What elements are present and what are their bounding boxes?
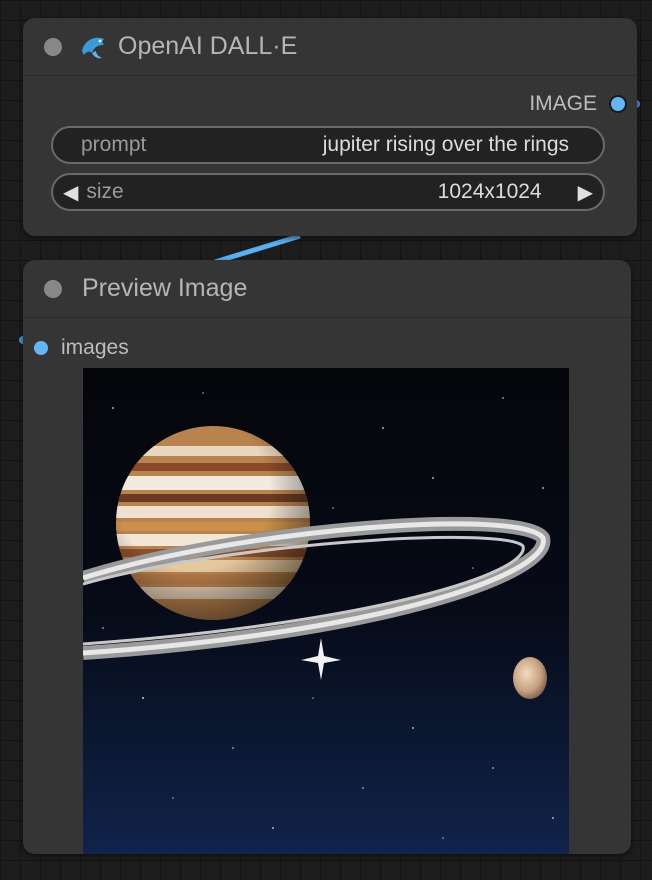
node-title: Preview Image — [82, 274, 248, 302]
dolphin-icon — [82, 37, 104, 58]
node-header[interactable]: OpenAI DALL·E — [23, 18, 637, 76]
images-input-slot[interactable]: images — [34, 336, 129, 360]
size-combo[interactable]: ◀ size 1024x1024 ▶ — [51, 173, 605, 211]
prompt-value[interactable]: jupiter rising over the rings — [323, 133, 569, 157]
size-value[interactable]: 1024x1024 — [438, 180, 542, 204]
openai-dalle-node[interactable]: OpenAI DALL·E IMAGE prompt jupiter risin… — [23, 18, 637, 236]
prompt-label: prompt — [81, 133, 147, 156]
size-label: size — [86, 180, 124, 203]
collapse-toggle[interactable] — [44, 279, 62, 298]
collapse-toggle[interactable] — [44, 37, 62, 56]
node-header[interactable]: Preview Image — [23, 260, 631, 318]
preview-image-node[interactable]: Preview Image images — [23, 260, 631, 854]
prompt-input[interactable]: prompt jupiter rising over the rings — [51, 126, 605, 164]
node-title: OpenAI DALL·E — [118, 32, 298, 60]
input-dot[interactable] — [34, 341, 48, 355]
decrement-arrow-icon[interactable]: ◀ — [63, 180, 78, 205]
preview-image — [83, 368, 569, 854]
increment-arrow-icon[interactable]: ▶ — [578, 180, 593, 205]
output-label: IMAGE — [529, 92, 597, 115]
output-dot[interactable] — [609, 95, 627, 113]
input-label: images — [61, 336, 129, 359]
image-output-slot[interactable]: IMAGE — [529, 92, 627, 116]
